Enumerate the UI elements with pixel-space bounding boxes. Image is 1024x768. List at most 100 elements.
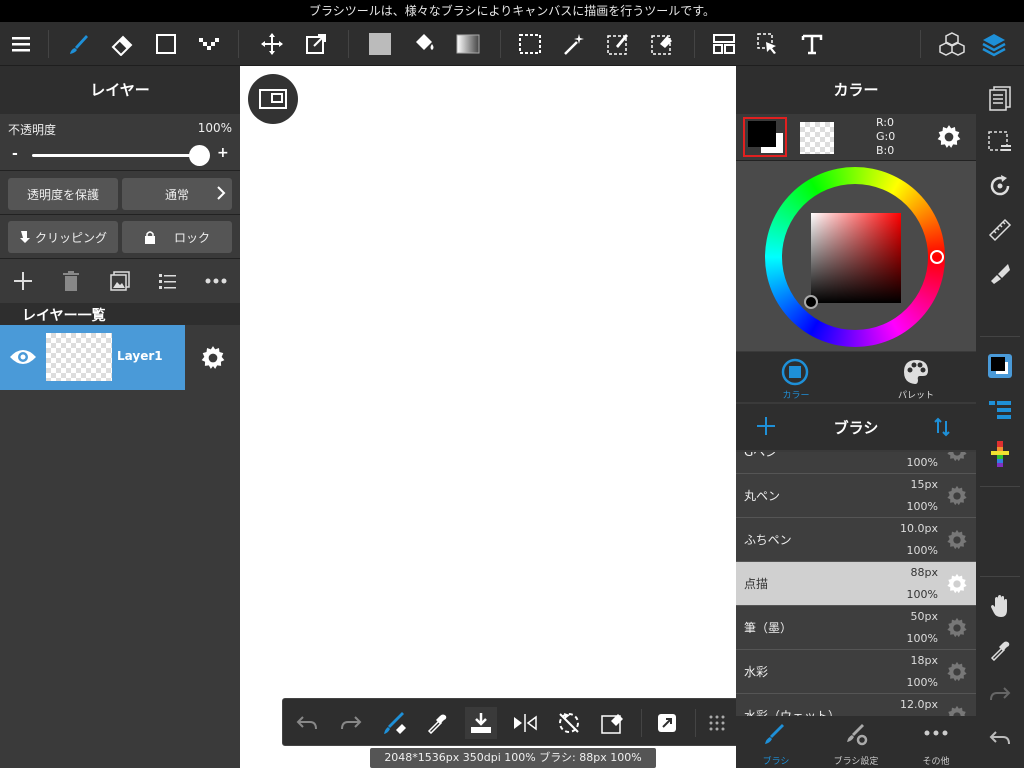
opacity-slider-knob[interactable]	[189, 145, 210, 166]
undo-icon[interactable]	[291, 707, 323, 739]
saturation-square[interactable]	[811, 213, 901, 303]
blend-mode-button[interactable]: 通常	[122, 178, 232, 210]
brush-row[interactable]: 点描 88px 100%	[736, 562, 976, 606]
select-pen-icon[interactable]	[602, 28, 634, 60]
operation-icon[interactable]	[752, 28, 784, 60]
opacity-minus[interactable]: -	[12, 146, 18, 162]
bucket-icon[interactable]	[408, 28, 440, 60]
brush-tabs: ブラシ ブラシ設定 その他	[736, 716, 976, 768]
selection-list-icon[interactable]	[984, 126, 1016, 158]
opacity-slider-track[interactable]	[32, 154, 200, 157]
brush-icon[interactable]	[62, 28, 94, 60]
main-color-swatch[interactable]	[743, 117, 787, 157]
transparent-color-swatch[interactable]	[800, 122, 834, 154]
red-value: R:0	[876, 116, 895, 129]
side-undo-icon[interactable]	[984, 722, 1016, 754]
brush-settings-gear-icon[interactable]	[946, 705, 968, 716]
eraser-icon[interactable]	[106, 28, 138, 60]
brush-settings-gear-icon[interactable]	[946, 452, 968, 463]
brush-list: Gペン 100% 丸ペン 15px 100% ふちペン 10.0px 100% 点描 88px 10…	[736, 452, 976, 716]
eyedropper-icon[interactable]	[421, 707, 453, 739]
color-settings-icon[interactable]	[936, 124, 962, 150]
brush-opacity: 100%	[906, 456, 938, 469]
brush-eraser-icon[interactable]	[379, 707, 411, 739]
select-icon[interactable]	[514, 28, 546, 60]
hue-handle[interactable]	[930, 250, 944, 264]
brush-opacity: 100%	[906, 588, 938, 601]
brush-row[interactable]: 丸ペン 15px 100%	[736, 474, 976, 518]
add-layer-icon[interactable]	[12, 270, 34, 292]
layer-row[interactable]: Layer1	[0, 325, 185, 390]
brush-name: Gペン	[744, 452, 778, 459]
grid-dots-icon[interactable]	[701, 707, 733, 739]
clear-layer-icon[interactable]	[597, 707, 629, 739]
opacity-plus[interactable]: +	[217, 145, 229, 161]
brush-row[interactable]: 水彩 18px 100%	[736, 650, 976, 694]
transform-icon[interactable]	[300, 28, 332, 60]
color-palette-icon[interactable]	[984, 438, 1016, 470]
tab-color[interactable]: カラー	[736, 352, 856, 402]
rotate-canvas-icon[interactable]	[984, 170, 1016, 202]
side-eyedropper-icon[interactable]	[984, 634, 1016, 666]
status-bar: 2048*1536px 350dpi 100% ブラシ: 88px 100%	[370, 748, 656, 768]
brush-row[interactable]: ふちペン 10.0px 100%	[736, 518, 976, 562]
hand-icon[interactable]	[984, 590, 1016, 622]
clipping-button[interactable]: クリッピング	[8, 221, 118, 253]
brush-settings-gear-icon[interactable]	[946, 617, 968, 639]
color-swatch-icon[interactable]	[984, 350, 1016, 382]
flip-horizontal-icon[interactable]	[509, 707, 541, 739]
frame-icon[interactable]	[708, 28, 740, 60]
rectangle-icon[interactable]	[150, 28, 182, 60]
dot-pen-icon[interactable]	[194, 28, 226, 60]
text-icon[interactable]	[796, 28, 828, 60]
tab-brush-settings[interactable]: ブラシ設定	[816, 716, 896, 768]
lock-label: ロック	[173, 230, 210, 245]
sort-icon[interactable]	[934, 417, 950, 437]
brush-settings-gear-icon[interactable]	[946, 529, 968, 551]
rotate-reset-icon[interactable]	[553, 707, 585, 739]
material-icon[interactable]	[984, 82, 1016, 114]
redo-icon[interactable]	[335, 707, 367, 739]
brush-settings-gear-icon[interactable]	[946, 485, 968, 507]
brush-size: 50px	[910, 610, 939, 623]
tab-other[interactable]: その他	[896, 716, 976, 768]
drawing-canvas[interactable]	[240, 66, 736, 768]
side-redo-icon[interactable]	[984, 678, 1016, 710]
color-history-icon[interactable]	[984, 394, 1016, 426]
magic-wand-icon[interactable]	[558, 28, 590, 60]
add-image-layer-icon[interactable]	[109, 270, 131, 292]
share-icon[interactable]	[651, 707, 683, 739]
delete-layer-icon[interactable]	[61, 270, 81, 292]
color-tabs: カラー パレット	[736, 352, 976, 402]
more-icon[interactable]	[205, 278, 227, 284]
layers-icon[interactable]	[978, 28, 1010, 60]
tab-palette[interactable]: パレット	[856, 352, 976, 402]
eye-icon[interactable]	[8, 347, 38, 367]
menu-icon[interactable]	[6, 28, 38, 60]
tab-brush[interactable]: ブラシ	[736, 716, 816, 768]
brush-settings-gear-icon[interactable]	[946, 661, 968, 683]
brush-name: 水彩	[744, 665, 769, 679]
brush-row[interactable]: 筆（墨） 50px 100%	[736, 606, 976, 650]
layer-list-icon[interactable]	[158, 272, 178, 290]
3d-model-icon[interactable]	[936, 28, 968, 60]
pen-pressure-icon[interactable]	[984, 258, 1016, 290]
save-icon[interactable]	[465, 707, 497, 739]
select-eraser-icon[interactable]	[646, 28, 678, 60]
navigator-button[interactable]	[248, 74, 298, 124]
brush-row[interactable]: 水彩（ウェット） 12.0px	[736, 694, 976, 716]
ruler-icon[interactable]	[984, 214, 1016, 246]
protect-alpha-button[interactable]: 透明度を保護	[8, 178, 118, 210]
brush-settings-gear-icon[interactable]	[946, 573, 968, 595]
brush-row[interactable]: Gペン 100%	[736, 452, 976, 474]
layer-settings-icon[interactable]	[200, 345, 226, 371]
layer-list-header: レイヤー一覧	[0, 303, 240, 325]
move-icon[interactable]	[256, 28, 288, 60]
brush-opacity: 100%	[906, 500, 938, 513]
fill-color-icon[interactable]	[364, 28, 396, 60]
saturation-handle[interactable]	[804, 295, 818, 309]
tab-color-label: カラー	[782, 391, 810, 401]
brush-name: ふちペン	[744, 533, 792, 547]
lock-button[interactable]: ロック	[122, 221, 232, 253]
gradient-icon[interactable]	[452, 28, 484, 60]
